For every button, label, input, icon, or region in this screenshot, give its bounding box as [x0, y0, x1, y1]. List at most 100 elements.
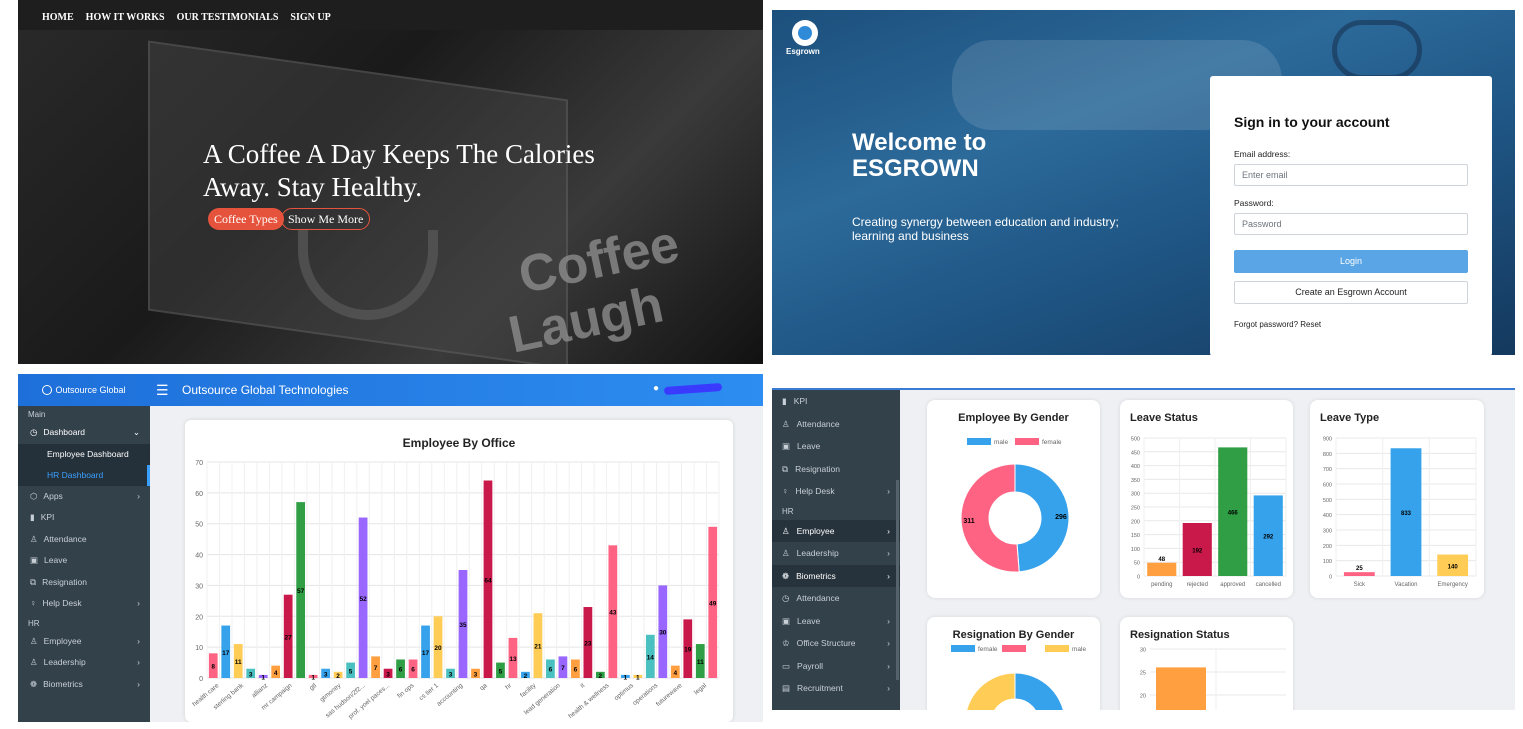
bar-value-label: 17 [422, 650, 430, 657]
esgrown-logo-icon [792, 20, 818, 46]
bar-value-label: 48 [1158, 557, 1165, 563]
y-tick-label: 400 [1131, 464, 1140, 470]
sidebar-item-recruitment[interactable]: ▤ Recruitment › [772, 677, 900, 700]
bar-value-label: 1 [261, 674, 265, 681]
chevron-right-icon: › [137, 598, 140, 608]
chart-title: Employee By Office [403, 436, 516, 450]
sidebar-item-employee-dashboard[interactable]: Employee Dashboard [18, 443, 150, 465]
sidebar-item-kpi[interactable]: ▮ KPI [18, 507, 150, 529]
bar-value-label: 35 [459, 622, 467, 629]
coffee-types-button[interactable]: Coffee Types [208, 208, 284, 230]
forgot-password-link[interactable]: Forgot password? Reset [1234, 320, 1468, 329]
card-title: Employee By Gender [958, 412, 1069, 424]
x-tick-label: legal [693, 682, 708, 697]
x-tick-label: Vacation [1395, 582, 1418, 588]
y-tick-label: 800 [1323, 452, 1332, 458]
sidebar-scrollbar[interactable] [896, 480, 899, 680]
x-tick-label: rejected [1187, 582, 1208, 588]
bar-value-label: 8 [211, 664, 215, 671]
x-tick-label: Emergency [1437, 582, 1467, 588]
sidebar: Main ◷ Dashboard ⌄ Employee Dashboard HR D… [18, 406, 150, 722]
nav-home[interactable]: HOME [42, 12, 74, 30]
legend-label: male [994, 439, 1008, 446]
bar-value-label: 13 [509, 656, 517, 663]
bar-value-label: 1 [636, 674, 640, 681]
y-tick-label: 150 [1131, 533, 1140, 539]
login-panel: Esgrown Welcome to ESGROWN Creating syne… [772, 10, 1515, 355]
sidebar-item-resignation[interactable]: ⧉ Resignation [772, 458, 900, 481]
sidebar-item-attendance[interactable]: ♙ Attendance [18, 529, 150, 551]
outsource-logo: Outsource Global [18, 374, 150, 406]
sidebar-label: Office Structure [796, 638, 856, 648]
card-title: Resignation By Gender [952, 629, 1075, 641]
sidebar-item-employee[interactable]: ♙ Employee › [18, 631, 150, 653]
slice-value-label: 296 [1055, 514, 1067, 521]
brand-text: Outsource Global [55, 384, 126, 395]
bar-value-label: 6 [549, 667, 553, 674]
y-tick-label: 50 [1134, 561, 1140, 567]
sidebar-item-biometrics[interactable]: ❁ Biometrics › [18, 674, 150, 696]
employee-by-gender-card: Employee By Gender male female 296 311 [927, 400, 1100, 598]
person-icon: ♙ [30, 635, 38, 646]
doughnut-slice [966, 672, 1016, 710]
bar-value-label: 192 [1192, 549, 1203, 555]
y-tick-label: 200 [1323, 544, 1332, 550]
sidebar-label: KPI [40, 512, 55, 522]
sidebar-section-main: Main [28, 410, 46, 419]
sidebar-item-leadership[interactable]: ♙ Leadership › [772, 542, 900, 565]
y-tick-label: 60 [195, 491, 203, 498]
sidebar-item-biometrics[interactable]: ❁ Biometrics › [772, 564, 900, 587]
email-input[interactable]: Enter email [1234, 164, 1468, 186]
sidebar-item-leadership[interactable]: ♙ Leadership › [18, 652, 150, 674]
sidebar-label: Recruitment [797, 683, 843, 693]
sidebar-item-hr-dashboard[interactable]: HR Dashboard [18, 464, 150, 486]
password-input[interactable]: Password [1234, 213, 1468, 235]
calendar-icon: ▣ [782, 615, 791, 626]
create-account-button[interactable]: Create an Esgrown Account [1234, 281, 1468, 304]
sidebar-label: Dashboard [43, 427, 86, 437]
person-icon: ♙ [30, 657, 38, 667]
x-tick-label: Sick [1354, 582, 1366, 588]
show-me-more-button[interactable]: Show Me More [281, 208, 371, 230]
bar-value-label: 3 [386, 671, 390, 678]
sidebar-item-employee[interactable]: ♙ Employee › [772, 519, 900, 542]
sidebar-item-office-structure[interactable]: ♔ Office Structure › [772, 632, 900, 655]
nav-how-it-works[interactable]: HOW IT WORKS [86, 12, 165, 30]
x-tick-label: hr [504, 682, 514, 692]
sidebar-label: KPI [793, 396, 808, 406]
x-tick-label: approved [1220, 582, 1245, 588]
bar-value-label: 2 [599, 673, 603, 680]
login-button[interactable]: Login [1234, 250, 1468, 273]
chevron-right-icon: › [887, 486, 890, 496]
chevron-right-icon: › [887, 683, 890, 693]
sidebar-section-hr: HR [782, 506, 794, 516]
sidebar-item-apps[interactable]: ⬡ Apps › [18, 486, 150, 508]
y-tick-label: 250 [1131, 506, 1140, 512]
menu-toggle-icon[interactable]: ☰ [156, 382, 169, 399]
bar-value-label: 7 [561, 665, 565, 672]
sidebar-item-dashboard[interactable]: ◷ Dashboard ⌄ [18, 422, 150, 444]
sidebar-item-attendance[interactable]: ♙ Attendance [772, 413, 900, 436]
nav-testimonials[interactable]: OUR TESTIMONIALS [177, 12, 279, 30]
fingerprint-icon: ❁ [782, 570, 790, 581]
y-tick-label: 700 [1323, 467, 1332, 473]
sidebar-item-payroll[interactable]: ▭ Payroll › [772, 655, 900, 678]
legend-swatch [951, 645, 975, 652]
sidebar-item-resignation[interactable]: ⧉ Resignation [18, 572, 150, 594]
sidebar-item-leave[interactable]: ▣ Leave [772, 435, 900, 458]
sidebar-label: Attendance [43, 533, 87, 544]
sidebar-item-leave-2[interactable]: ▣ Leave › [772, 610, 900, 633]
sidebar-item-attendance-2[interactable]: ◷ Attendance [772, 587, 900, 610]
y-tick-label: 400 [1323, 513, 1332, 519]
sidebar-item-help-desk[interactable]: ♀ Help Desk › [18, 593, 150, 615]
sidebar-item-leave[interactable]: ▣ Leave [18, 550, 150, 572]
sidebar-item-kpi[interactable]: ▮ KPI [772, 390, 900, 413]
chevron-right-icon: › [137, 657, 140, 667]
sidebar-item-help-desk[interactable]: ♀ Help Desk › [772, 480, 900, 503]
y-tick-label: 0 [1329, 575, 1332, 581]
dashboard-icon: ◷ [30, 427, 38, 437]
y-tick-label: 200 [1131, 519, 1140, 525]
bar-chart-icon: ▮ [30, 512, 35, 522]
nav-sign-up[interactable]: SIGN UP [290, 12, 330, 30]
x-tick-label: fin ops [396, 682, 416, 700]
